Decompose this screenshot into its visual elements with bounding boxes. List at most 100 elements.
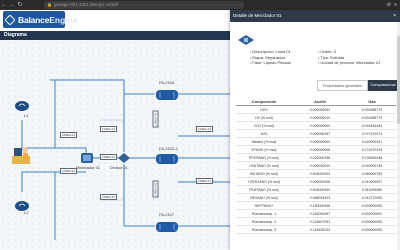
table-row: I-BUTANO (% mol) 0.000020010 0.020000749 bbox=[236, 162, 396, 170]
cell-componente: HEXANO (% mol) bbox=[250, 196, 278, 200]
cell-componente: H2S bbox=[260, 132, 268, 136]
node-label-fa2102: FA-2102-2 bbox=[159, 146, 178, 151]
table-body: H2O 0.000000032 0.001555770 H2 (% mol) 0.000… bbox=[236, 106, 396, 234]
logo-text-part2: Engine bbox=[49, 14, 78, 25]
cell-componente: BUTANO (% mol) bbox=[250, 172, 278, 176]
separator-fa2104-icon[interactable] bbox=[155, 88, 179, 102]
cell-gas: 0.060000709 bbox=[361, 172, 383, 176]
table-row: HEXANO (% mol) 0.068015423 0.012770000 bbox=[236, 194, 396, 202]
props-right: •Orden: 3 •Tipo: Entrada •Unidad de proc… bbox=[318, 49, 380, 66]
cell-componente: ETANO (% mol) bbox=[251, 148, 277, 152]
forward-arrow-icon[interactable]: → bbox=[8, 0, 16, 10]
inlet-l1-icon[interactable] bbox=[14, 98, 30, 112]
table-row: H2O 0.000000032 0.001555770 bbox=[236, 106, 396, 114]
cell-gas: 0.001555770 bbox=[361, 116, 383, 120]
logo-mark-icon bbox=[4, 13, 16, 26]
cell-componente: H2 (% mol) bbox=[255, 116, 273, 120]
cell-aceite: 0.068015423 bbox=[309, 196, 331, 200]
diagram-canvas[interactable]: L1 L2 Mezclador 01 Divisor 01 FA-2104 FA… bbox=[0, 40, 230, 250]
close-icon[interactable]: × bbox=[393, 10, 396, 22]
mixer-icon[interactable] bbox=[80, 152, 94, 164]
table-row: H2 (% mol) 0.000000010 0.001555770 bbox=[236, 114, 396, 122]
cell-gas: 0.001000002 bbox=[361, 212, 383, 216]
table-row: PROPANO (% mol) 0.020000236 0.139460248 bbox=[236, 154, 396, 162]
separator-fa2107-icon[interactable] bbox=[155, 220, 179, 234]
table-row: Pseudocomp. 3 0.116200234 0.000000000 bbox=[236, 226, 396, 234]
logo-text-part1: Balance bbox=[18, 14, 50, 25]
cell-aceite: 0.004000204 bbox=[309, 172, 331, 176]
panel-header: Detalle de Mezclador 01 × bbox=[230, 10, 400, 22]
stream-tag[interactable]: LINEA-01 bbox=[100, 154, 118, 160]
cell-gas: 0.001555770 bbox=[361, 108, 383, 112]
node-label-mezclador: Mezclador 01 bbox=[76, 165, 101, 170]
back-arrow-icon[interactable]: ← bbox=[0, 0, 8, 10]
menu-icon[interactable]: ≡ bbox=[394, 0, 397, 10]
table-row: Pseudocomp. 1 0.162000257 0.001000002 bbox=[236, 210, 396, 218]
cell-componente: Pseudocomp. 3 bbox=[251, 228, 277, 232]
table-row: HEPTANO+ 0.150000306 0.003000000 bbox=[236, 202, 396, 210]
cell-gas: 0.010002007 bbox=[361, 180, 383, 184]
table-row: BUTANO (% mol) 0.004000204 0.060000709 bbox=[236, 170, 396, 178]
cell-gas: 0.011000080 bbox=[361, 188, 383, 192]
cell-aceite: 0.000000000 bbox=[309, 124, 331, 128]
compositional-tab[interactable]: Composicional bbox=[368, 80, 398, 91]
address-bar[interactable]: gasapp-001-site1.aterxyz.com/# bbox=[44, 1, 244, 9]
cell-aceite: 0.000000000 bbox=[309, 140, 331, 144]
node-label-l1: L1 bbox=[24, 113, 29, 118]
table-row: Metano (% mol) 0.000000000 0.420000101 bbox=[236, 138, 396, 146]
cell-gas: 0.074791974 bbox=[361, 132, 383, 136]
cell-aceite: 0.150000306 bbox=[309, 204, 331, 208]
cell-aceite: 0.000000206 bbox=[309, 180, 331, 184]
node-label-divisor: Divisor 01 bbox=[110, 165, 128, 170]
reload-icon[interactable]: ↻ bbox=[16, 0, 24, 10]
operator-station-icon[interactable] bbox=[10, 144, 32, 168]
cell-gas: 0.024444444 bbox=[361, 124, 383, 128]
cell-gas: 0.000000000 bbox=[361, 220, 383, 224]
stream-tag[interactable]: LINEA-01 bbox=[152, 180, 159, 198]
cell-componente: H2O bbox=[260, 108, 268, 112]
cell-componente: I-PENTANO (% mol) bbox=[248, 180, 280, 184]
separator-fa2102-icon[interactable] bbox=[155, 152, 179, 166]
stream-tag[interactable]: LINEA-01 bbox=[100, 126, 118, 132]
cell-aceite: 0.000000032 bbox=[309, 108, 331, 112]
stream-tag[interactable]: LINEA-01 bbox=[152, 110, 159, 128]
cell-aceite: 0.000000010 bbox=[309, 116, 331, 120]
lock-icon: 🔒 bbox=[47, 2, 52, 7]
table-row: CO2 (% mol) 0.000000000 0.024444444 bbox=[236, 122, 396, 130]
node-label-fa2107: FA-2107 bbox=[159, 212, 175, 217]
url-text: gasapp-001-site1.aterxyz.com/# bbox=[54, 2, 119, 7]
cell-componente: I-BUTANO (% mol) bbox=[249, 164, 279, 168]
composition-table: Componente Aceite Gas H2O 0.000000032 0.00… bbox=[236, 97, 396, 234]
cell-aceite: 0.000020010 bbox=[309, 164, 331, 168]
stream-tag[interactable]: LINEA-01 bbox=[196, 178, 214, 184]
general-properties-tab[interactable]: Propiedades generales bbox=[317, 80, 368, 91]
diagram-title: Diagrama bbox=[0, 31, 230, 40]
table-header: Componente Aceite Gas bbox=[236, 97, 396, 106]
cell-aceite: 0.020000236 bbox=[309, 156, 331, 160]
col-header-gas: Gas bbox=[368, 99, 376, 104]
panel-title: Detalle de Mezclador 01 bbox=[233, 13, 282, 18]
cell-gas: 0.174270129 bbox=[361, 148, 383, 152]
stream-tag[interactable]: LINEA-01 bbox=[196, 126, 214, 132]
prop-unidad: •Unidad de proceso: Mezclador 01 bbox=[318, 60, 381, 65]
col-header-aceite: Aceite bbox=[313, 99, 326, 104]
splitter-icon[interactable] bbox=[117, 152, 131, 164]
cell-gas: 0.020000749 bbox=[361, 164, 383, 168]
cell-gas: 0.420000101 bbox=[361, 140, 383, 144]
cell-gas: 0.139460248 bbox=[361, 156, 383, 160]
cell-gas: 0.012770000 bbox=[361, 196, 383, 200]
extensions-icon[interactable]: ⚙ bbox=[387, 0, 391, 10]
cell-aceite: 0.004000300 bbox=[309, 188, 331, 192]
table-row: H2S 0.000000247 0.074791974 bbox=[236, 130, 396, 138]
node-label-l2: L2 bbox=[24, 210, 29, 215]
col-header-componente: Componente bbox=[251, 99, 277, 104]
stream-tag[interactable]: LINEA-01 bbox=[60, 132, 78, 138]
cell-componente: Metano (% mol) bbox=[251, 140, 277, 144]
stream-tag[interactable]: LINEA-01 bbox=[100, 194, 118, 200]
cell-aceite: 0.224607931 bbox=[309, 220, 331, 224]
stream-tag[interactable]: LINEA-01 bbox=[60, 168, 78, 174]
props-left: •Descripcion: Linea 01 •Etapa: Separacio… bbox=[250, 49, 291, 66]
mixer-detail-icon bbox=[238, 35, 254, 45]
node-label-fa2104: FA-2104 bbox=[159, 80, 175, 85]
app-logo[interactable]: Balance Engine bbox=[3, 11, 78, 28]
